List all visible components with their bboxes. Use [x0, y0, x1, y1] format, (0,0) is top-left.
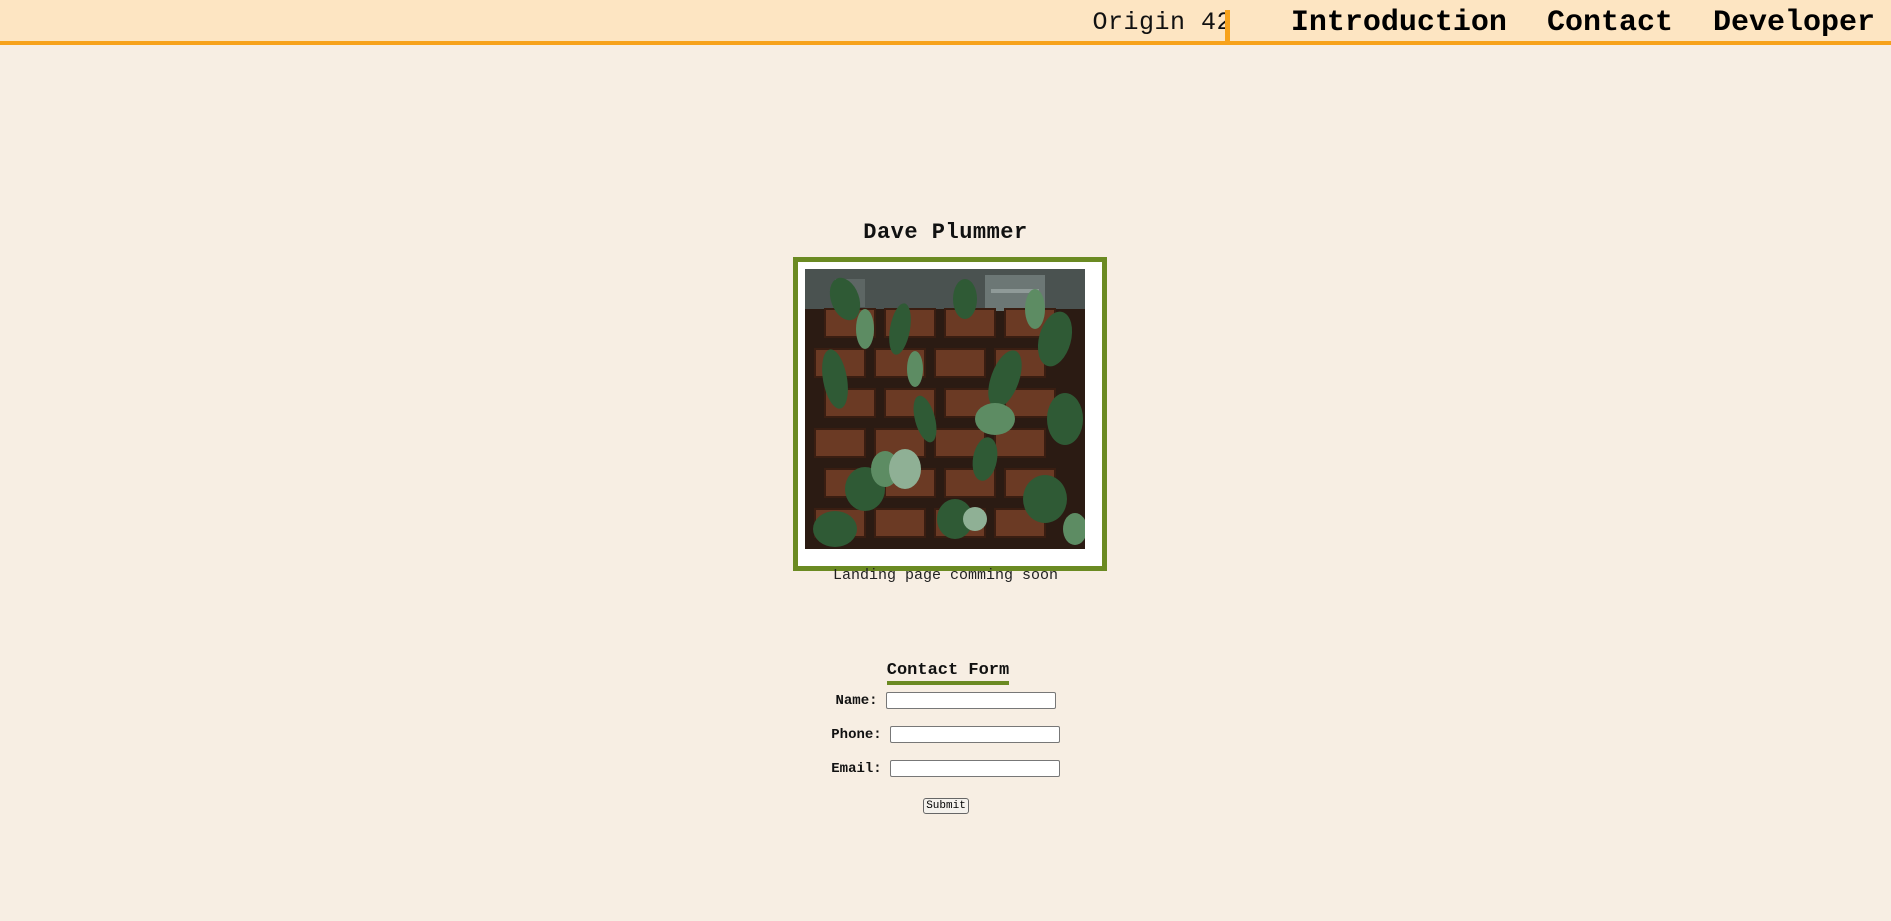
- email-label: Email:: [831, 761, 882, 778]
- photo-caption: Landing page comming soon: [832, 567, 1059, 584]
- phone-input[interactable]: [889, 726, 1060, 743]
- nav-link-developer[interactable]: Developer: [1713, 6, 1875, 40]
- brand-title: Origin 42: [1092, 8, 1232, 37]
- profile-photo-frame: [793, 257, 1107, 571]
- name-field-row: Name:: [0, 692, 1891, 709]
- profile-photo: [805, 269, 1085, 549]
- submit-button[interactable]: Submit: [923, 798, 969, 814]
- email-input[interactable]: [889, 760, 1060, 777]
- name-label: Name:: [835, 693, 878, 710]
- name-input[interactable]: [885, 692, 1056, 709]
- nav-link-introduction[interactable]: Introduction: [1291, 6, 1507, 40]
- submit-row: Submit: [0, 795, 1891, 814]
- plant-wall-image: [805, 269, 1085, 549]
- contact-form-title: Contact Form: [886, 661, 1010, 685]
- top-nav-bar: Origin 42 Introduction Contact Developer: [0, 0, 1891, 45]
- contact-form-title-wrap: Contact Form: [0, 661, 1891, 685]
- brand-divider: [1225, 10, 1230, 41]
- phone-label: Phone:: [831, 727, 882, 744]
- main-nav: Introduction Contact Developer: [1291, 6, 1875, 40]
- nav-link-contact[interactable]: Contact: [1547, 6, 1673, 40]
- email-field-row: Email:: [0, 760, 1891, 777]
- profile-name: Dave Plummer: [863, 220, 1028, 245]
- phone-field-row: Phone:: [0, 726, 1891, 743]
